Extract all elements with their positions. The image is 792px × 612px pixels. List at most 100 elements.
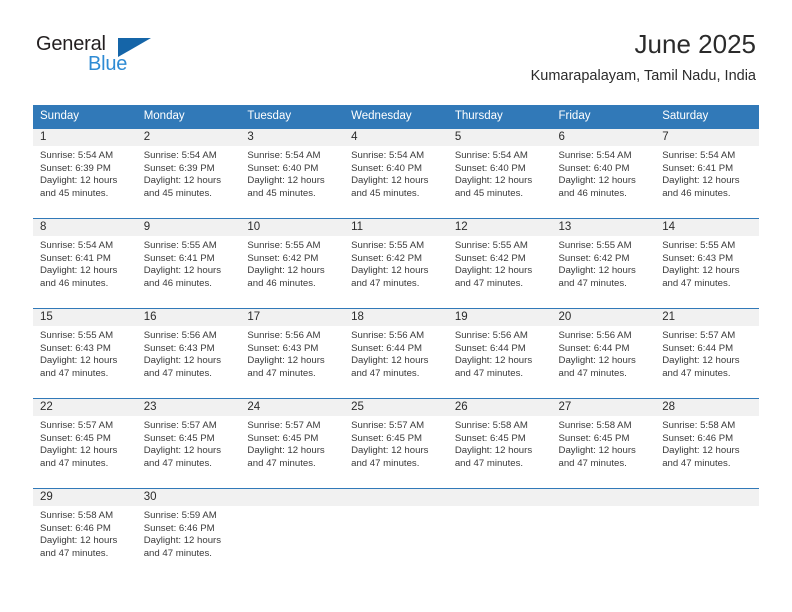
daylight-text-line2: and 47 minutes.: [558, 367, 627, 379]
day-cell[interactable]: 6 Sunrise: 5:54 AM Sunset: 6:40 PM Dayli…: [551, 128, 656, 219]
weekday-header-friday: Friday: [551, 105, 656, 129]
sunset-text: Sunset: 6:45 PM: [454, 432, 526, 444]
day-cell[interactable]: 10 Sunrise: 5:55 AM Sunset: 6:42 PM Dayl…: [240, 218, 345, 309]
daylight-text-line2: and 47 minutes.: [40, 367, 109, 379]
day-details: Sunrise: 5:54 AM Sunset: 6:40 PM Dayligh…: [552, 146, 656, 200]
day-cell[interactable]: 28 Sunrise: 5:58 AM Sunset: 6:46 PM Dayl…: [655, 398, 759, 489]
day-number: 27: [551, 399, 656, 416]
day-cell[interactable]: 16 Sunrise: 5:56 AM Sunset: 6:43 PM Dayl…: [136, 308, 241, 399]
day-details: Sunrise: 5:54 AM Sunset: 6:41 PM Dayligh…: [655, 146, 759, 200]
day-cell[interactable]: 4 Sunrise: 5:54 AM Sunset: 6:40 PM Dayli…: [344, 128, 448, 219]
sunset-text: Sunset: 6:45 PM: [247, 432, 319, 444]
daylight-text-line2: and 45 minutes.: [351, 187, 420, 199]
daylight-text-line1: Daylight: 12 hours: [40, 355, 118, 366]
sunrise-text: Sunrise: 5:55 AM: [143, 240, 217, 251]
day-number: 25: [344, 399, 448, 416]
sunrise-text: Sunrise: 5:54 AM: [351, 150, 425, 161]
day-cell[interactable]: 2 Sunrise: 5:54 AM Sunset: 6:39 PM Dayli…: [136, 128, 241, 219]
daylight-text-line2: and 45 minutes.: [40, 187, 109, 199]
daylight-text-line1: Daylight: 12 hours: [558, 175, 636, 186]
daylight-text-line1: Daylight: 12 hours: [143, 355, 222, 366]
day-number: 28: [655, 399, 759, 416]
week-row: 8 Sunrise: 5:54 AM Sunset: 6:41 PM Dayli…: [33, 218, 759, 309]
day-details: Sunrise: 5:56 AM Sunset: 6:43 PM Dayligh…: [137, 326, 241, 380]
day-cell[interactable]: 1 Sunrise: 5:54 AM Sunset: 6:39 PM Dayli…: [33, 128, 137, 219]
day-cell[interactable]: 17 Sunrise: 5:56 AM Sunset: 6:43 PM Dayl…: [240, 308, 345, 399]
sunset-text: Sunset: 6:40 PM: [558, 162, 630, 174]
day-number: 30: [136, 489, 241, 506]
day-number: 1: [33, 129, 137, 146]
sunrise-text: Sunrise: 5:55 AM: [558, 240, 632, 251]
day-cell[interactable]: 19 Sunrise: 5:56 AM Sunset: 6:44 PM Dayl…: [447, 308, 552, 399]
sunset-text: Sunset: 6:43 PM: [40, 342, 111, 354]
day-details: Sunrise: 5:58 AM Sunset: 6:46 PM Dayligh…: [33, 506, 137, 560]
daylight-text-line1: Daylight: 12 hours: [143, 535, 222, 546]
day-cell[interactable]: 26 Sunrise: 5:58 AM Sunset: 6:45 PM Dayl…: [447, 398, 552, 489]
day-cell[interactable]: 11 Sunrise: 5:55 AM Sunset: 6:42 PM Dayl…: [344, 218, 448, 309]
daylight-text-line1: Daylight: 12 hours: [40, 445, 118, 456]
day-cell[interactable]: 3 Sunrise: 5:54 AM Sunset: 6:40 PM Dayli…: [240, 128, 345, 219]
daylight-text-line1: Daylight: 12 hours: [247, 445, 325, 456]
sunrise-text: Sunrise: 5:58 AM: [558, 420, 632, 431]
day-number: [655, 489, 759, 506]
daylight-text-line1: Daylight: 12 hours: [454, 265, 533, 276]
generalblue-logo[interactable]: General Blue: [36, 33, 236, 83]
sunset-text: Sunset: 6:42 PM: [351, 252, 423, 264]
day-details: Sunrise: 5:56 AM Sunset: 6:44 PM Dayligh…: [344, 326, 448, 380]
day-details: Sunrise: 5:54 AM Sunset: 6:40 PM Dayligh…: [344, 146, 448, 200]
day-details: Sunrise: 5:55 AM Sunset: 6:43 PM Dayligh…: [655, 236, 759, 290]
sunset-text: Sunset: 6:44 PM: [662, 342, 734, 354]
day-cell[interactable]: 27 Sunrise: 5:58 AM Sunset: 6:45 PM Dayl…: [551, 398, 656, 489]
daylight-text-line2: and 46 minutes.: [247, 277, 316, 289]
week-row: 15 Sunrise: 5:55 AM Sunset: 6:43 PM Dayl…: [33, 308, 759, 399]
day-cell[interactable]: 20 Sunrise: 5:56 AM Sunset: 6:44 PM Dayl…: [551, 308, 656, 399]
daylight-text-line2: and 46 minutes.: [143, 277, 212, 289]
sunset-text: Sunset: 6:39 PM: [143, 162, 215, 174]
day-cell[interactable]: 24 Sunrise: 5:57 AM Sunset: 6:45 PM Dayl…: [240, 398, 345, 489]
day-number: 20: [551, 309, 656, 326]
day-details: Sunrise: 5:55 AM Sunset: 6:41 PM Dayligh…: [137, 236, 241, 290]
day-details: Sunrise: 5:57 AM Sunset: 6:45 PM Dayligh…: [33, 416, 137, 470]
calendar-page: General Blue June 2025 Kumarapalayam, Ta…: [0, 0, 792, 612]
sunrise-text: Sunrise: 5:54 AM: [662, 150, 736, 161]
day-cell[interactable]: 25 Sunrise: 5:57 AM Sunset: 6:45 PM Dayl…: [344, 398, 448, 489]
day-cell[interactable]: 8 Sunrise: 5:54 AM Sunset: 6:41 PM Dayli…: [33, 218, 137, 309]
daylight-text-line2: and 47 minutes.: [662, 457, 731, 469]
day-cell[interactable]: 21 Sunrise: 5:57 AM Sunset: 6:44 PM Dayl…: [655, 308, 759, 399]
day-details: Sunrise: 5:55 AM Sunset: 6:42 PM Dayligh…: [344, 236, 448, 290]
day-cell[interactable]: 5 Sunrise: 5:54 AM Sunset: 6:40 PM Dayli…: [447, 128, 552, 219]
weekday-header-tuesday: Tuesday: [240, 105, 345, 129]
daylight-text-line2: and 47 minutes.: [454, 367, 524, 379]
day-cell[interactable]: 13 Sunrise: 5:55 AM Sunset: 6:42 PM Dayl…: [551, 218, 656, 309]
sunrise-text: Sunrise: 5:56 AM: [351, 330, 425, 341]
sunset-text: Sunset: 6:43 PM: [662, 252, 734, 264]
sunrise-text: Sunrise: 5:57 AM: [662, 330, 736, 341]
day-cell[interactable]: 9 Sunrise: 5:55 AM Sunset: 6:41 PM Dayli…: [136, 218, 241, 309]
day-number: [551, 489, 656, 506]
day-cell-empty: [447, 488, 552, 584]
day-cell[interactable]: 29 Sunrise: 5:58 AM Sunset: 6:46 PM Dayl…: [33, 488, 137, 584]
day-cell[interactable]: 15 Sunrise: 5:55 AM Sunset: 6:43 PM Dayl…: [33, 308, 137, 399]
day-cell[interactable]: 30 Sunrise: 5:59 AM Sunset: 6:46 PM Dayl…: [136, 488, 241, 584]
day-details: Sunrise: 5:56 AM Sunset: 6:44 PM Dayligh…: [552, 326, 656, 380]
day-number: 16: [136, 309, 241, 326]
day-cell-empty: [655, 488, 759, 584]
day-cell[interactable]: 12 Sunrise: 5:55 AM Sunset: 6:42 PM Dayl…: [447, 218, 552, 309]
sunset-text: Sunset: 6:39 PM: [40, 162, 111, 174]
day-cell[interactable]: 22 Sunrise: 5:57 AM Sunset: 6:45 PM Dayl…: [33, 398, 137, 489]
daylight-text-line2: and 47 minutes.: [558, 457, 627, 469]
day-number: 22: [33, 399, 137, 416]
day-number: [240, 489, 345, 506]
day-cell[interactable]: 18 Sunrise: 5:56 AM Sunset: 6:44 PM Dayl…: [344, 308, 448, 399]
day-number: 15: [33, 309, 137, 326]
day-cell[interactable]: 14 Sunrise: 5:55 AM Sunset: 6:43 PM Dayl…: [655, 218, 759, 309]
daylight-text-line2: and 46 minutes.: [558, 187, 627, 199]
sunrise-text: Sunrise: 5:57 AM: [40, 420, 114, 431]
daylight-text-line2: and 47 minutes.: [40, 547, 109, 559]
daylight-text-line1: Daylight: 12 hours: [40, 175, 118, 186]
day-cell[interactable]: 7 Sunrise: 5:54 AM Sunset: 6:41 PM Dayli…: [655, 128, 759, 219]
sunrise-text: Sunrise: 5:54 AM: [40, 150, 114, 161]
daylight-text-line2: and 47 minutes.: [662, 277, 731, 289]
sunrise-text: Sunrise: 5:54 AM: [454, 150, 528, 161]
day-cell[interactable]: 23 Sunrise: 5:57 AM Sunset: 6:45 PM Dayl…: [136, 398, 241, 489]
